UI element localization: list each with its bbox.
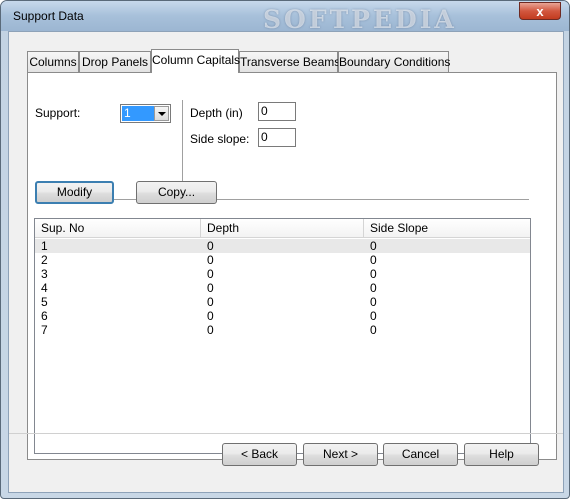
- cell-side-slope: 0: [370, 281, 377, 295]
- cell-depth: 0: [207, 309, 214, 323]
- tab-column-capitals[interactable]: Column Capitals: [151, 49, 241, 73]
- copy-button[interactable]: Copy...: [136, 181, 217, 204]
- cell-side-slope: 0: [370, 239, 377, 253]
- chevron-down-icon[interactable]: [154, 106, 169, 121]
- tab-columns[interactable]: Columns: [27, 51, 79, 72]
- cell-sup-no: 2: [41, 253, 48, 267]
- help-button[interactable]: Help: [464, 443, 539, 466]
- table-row[interactable]: 7 0 0: [35, 323, 530, 337]
- depth-input[interactable]: 0: [258, 102, 296, 121]
- cell-side-slope: 0: [370, 323, 377, 337]
- tab-label: Columns: [29, 55, 77, 69]
- next-button[interactable]: Next >: [303, 443, 378, 466]
- tab-transverse-beams[interactable]: Transverse Beams: [239, 51, 341, 72]
- cell-depth: 0: [207, 323, 214, 337]
- dialog-client-area: Columns Drop Panels Column Capitals Tran…: [8, 31, 564, 493]
- cell-side-slope: 0: [370, 267, 377, 281]
- cell-depth: 0: [207, 295, 214, 309]
- cell-side-slope: 0: [370, 253, 377, 267]
- side-slope-label: Side slope:: [190, 132, 250, 146]
- column-header-side-slope[interactable]: Side Slope: [364, 219, 530, 237]
- tab-label: Drop Panels: [81, 55, 149, 69]
- tab-label: Column Capitals: [152, 53, 241, 67]
- support-label: Support:: [35, 106, 81, 120]
- cell-depth: 0: [207, 253, 214, 267]
- cell-sup-no: 4: [41, 281, 48, 295]
- support-data-window: SOFTPEDIA Support Data x Columns Drop Pa…: [0, 0, 570, 499]
- cell-side-slope: 0: [370, 295, 377, 309]
- cell-sup-no: 1: [41, 239, 48, 253]
- column-header-depth[interactable]: Depth: [201, 219, 364, 237]
- table-header: Sup. No Depth Side Slope: [35, 219, 530, 238]
- close-button[interactable]: x: [519, 2, 561, 20]
- cell-depth: 0: [207, 239, 214, 253]
- cell-side-slope: 0: [370, 309, 377, 323]
- depth-label: Depth (in): [190, 106, 243, 120]
- cell-sup-no: 7: [41, 323, 48, 337]
- cell-sup-no: 6: [41, 309, 48, 323]
- table-row[interactable]: 1 0 0: [35, 239, 530, 253]
- cell-depth: 0: [207, 281, 214, 295]
- table-row[interactable]: 5 0 0: [35, 295, 530, 309]
- support-combobox[interactable]: 1: [120, 104, 171, 123]
- table-row[interactable]: 2 0 0: [35, 253, 530, 267]
- title-bar[interactable]: SOFTPEDIA Support Data x: [1, 1, 569, 34]
- column-header-sup-no[interactable]: Sup. No: [35, 219, 201, 237]
- softpedia-watermark: SOFTPEDIA: [263, 5, 457, 34]
- tab-drop-panels[interactable]: Drop Panels: [79, 51, 151, 72]
- supports-table[interactable]: Sup. No Depth Side Slope 1 0 0 2 0 0 3 0…: [34, 218, 531, 454]
- window-title: Support Data: [13, 9, 84, 23]
- side-slope-input[interactable]: 0: [258, 128, 296, 147]
- cell-depth: 0: [207, 267, 214, 281]
- tab-boundary-conditions[interactable]: Boundary Conditions: [338, 51, 451, 72]
- modify-button[interactable]: Modify: [35, 181, 114, 204]
- cell-sup-no: 3: [41, 267, 48, 281]
- back-button[interactable]: < Back: [222, 443, 297, 466]
- table-row[interactable]: 4 0 0: [35, 281, 530, 295]
- table-row[interactable]: 6 0 0: [35, 309, 530, 323]
- support-selected-value: 1: [122, 106, 154, 121]
- tab-label: Transverse Beams: [240, 55, 341, 69]
- cancel-button[interactable]: Cancel: [383, 443, 458, 466]
- footer-divider: [9, 433, 563, 434]
- close-icon: x: [536, 4, 544, 19]
- tab-label: Boundary Conditions: [339, 55, 451, 69]
- cell-sup-no: 5: [41, 295, 48, 309]
- table-row[interactable]: 3 0 0: [35, 267, 530, 281]
